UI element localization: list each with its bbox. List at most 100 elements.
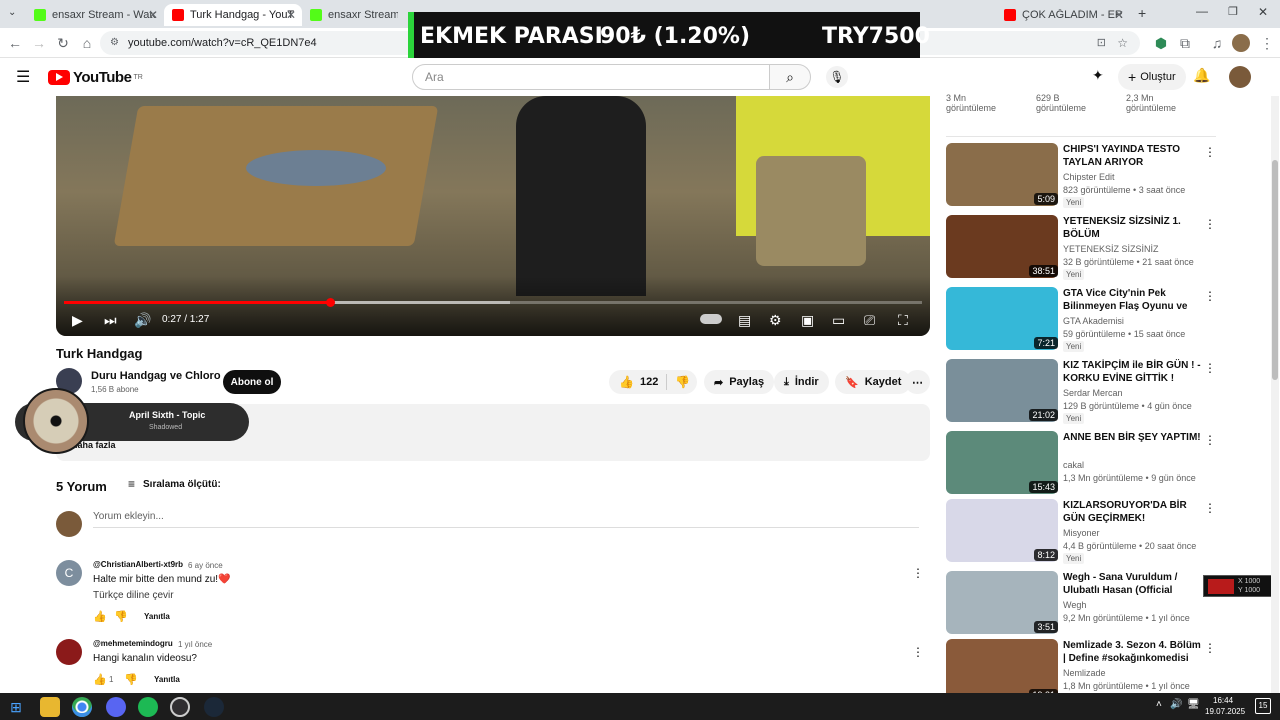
close-window-icon[interactable]: ✕ bbox=[1258, 5, 1268, 19]
recommendation-item[interactable]: 5:09 CHIPS'I YAYINDA TESTO TAYLAN ARIYOR C… bbox=[946, 143, 1216, 208]
channel-name[interactable]: Nemlizade bbox=[1063, 668, 1106, 678]
tab-1[interactable]: Turk Handgag - YouT ✕ bbox=[164, 4, 302, 26]
settings-gear-icon[interactable]: ⚙ bbox=[769, 312, 782, 329]
video-title[interactable]: KIZLARSORUYOR'DA BİR GÜN GEÇİRMEK! bbox=[1063, 499, 1203, 525]
extension-icon[interactable]: ⬢ bbox=[1152, 34, 1170, 52]
home-icon[interactable]: ⌂ bbox=[78, 34, 96, 52]
channel-name[interactable]: Misyoner bbox=[1063, 528, 1100, 538]
play-icon[interactable]: ▶ bbox=[72, 312, 83, 329]
tab-close-icon[interactable]: ✕ bbox=[148, 8, 158, 22]
profile-avatar-icon[interactable] bbox=[1232, 34, 1250, 52]
notification-center-icon[interactable]: 15 bbox=[1255, 698, 1271, 714]
miniplayer-icon[interactable]: ▣ bbox=[801, 312, 814, 329]
tab-search-icon[interactable]: ⌄ bbox=[8, 7, 16, 18]
forward-icon[interactable]: → bbox=[30, 34, 48, 52]
channel-name[interactable]: YETENEKSİZ SİZSİNİZ bbox=[1063, 244, 1159, 254]
comment-reply-button[interactable]: Yanıtla bbox=[144, 612, 170, 621]
autoplay-toggle-icon[interactable] bbox=[700, 314, 722, 324]
channel-name[interactable]: Duru Handgag ve Chloro bbox=[91, 370, 221, 382]
tray-clock-time[interactable]: 16:44 bbox=[1213, 696, 1233, 705]
tray-clock-date[interactable]: 19.07.2025 bbox=[1205, 707, 1245, 716]
channel-name[interactable]: Chipster Edit bbox=[1063, 172, 1115, 182]
cast-icon[interactable]: ⎚ bbox=[864, 312, 875, 329]
channel-name[interactable]: Serdar Mercan bbox=[1063, 388, 1123, 398]
progress-bar-track[interactable] bbox=[64, 298, 922, 307]
video-title[interactable]: Nemlizade 3. Sezon 4. Bölüm | Define #so… bbox=[1063, 639, 1203, 665]
comment-author[interactable]: @ChristianAlberti-xt9rb bbox=[93, 560, 183, 569]
tab-7[interactable]: ÇOK AĞLADIM - ERAY06✕ bbox=[996, 4, 1130, 26]
like-button[interactable]: 👍 122 bbox=[609, 374, 668, 390]
obs-icon[interactable] bbox=[170, 697, 190, 717]
recommendation-item[interactable]: 3:51 Wegh - Sana Vuruldum / Ulubatlı Hasa… bbox=[946, 571, 1216, 635]
tab-close-icon[interactable]: ✕ bbox=[286, 8, 296, 22]
comment-author[interactable]: @mehmetemindogru bbox=[93, 639, 173, 648]
microphone-icon[interactable]: 🎙 bbox=[826, 66, 848, 88]
video-title[interactable]: ANNE BEN BİR ŞEY YAPTIM! bbox=[1063, 431, 1203, 444]
notifications-bell-icon[interactable]: 🔔 bbox=[1193, 67, 1210, 84]
account-avatar[interactable] bbox=[1229, 66, 1251, 88]
tab-0[interactable]: ensaxr Stream - Watch Li✕ bbox=[26, 4, 164, 26]
chrome-menu-icon[interactable]: ⋮ bbox=[1258, 34, 1276, 52]
extensions-puzzle-icon[interactable]: ⧉ bbox=[1176, 34, 1194, 52]
comment-like-icon[interactable]: 👍 bbox=[93, 673, 107, 686]
more-vertical-icon[interactable]: ⋮ bbox=[1204, 433, 1216, 447]
scrollbar-thumb[interactable] bbox=[1272, 160, 1278, 380]
video-title[interactable]: YETENEKSİZ SİZSİNİZ 1. BÖLÜM bbox=[1063, 215, 1203, 241]
translate-link[interactable]: Türkçe diline çevir bbox=[93, 590, 174, 601]
video-player[interactable]: ▶ ⏭ 🔊 0:27 / 1:27 ▤ ⚙ ▣ ▭ ⎚ ⛶ bbox=[56, 96, 930, 336]
more-vertical-icon[interactable]: ⋮ bbox=[1204, 361, 1216, 375]
download-button[interactable]: ⤓ İndir bbox=[774, 370, 829, 394]
sort-button[interactable]: ≡ Sıralama ölçütü: bbox=[128, 477, 221, 491]
video-title[interactable]: CHIPS'I YAYINDA TESTO TAYLAN ARIYOR bbox=[1063, 143, 1203, 169]
fullscreen-icon[interactable]: ⛶ bbox=[898, 312, 908, 329]
spotify-icon[interactable] bbox=[138, 697, 158, 717]
tab-close-icon[interactable]: ✕ bbox=[1114, 8, 1124, 22]
comment-reply-button[interactable]: Yanıtla bbox=[154, 675, 180, 684]
comment-like-icon[interactable]: 👍 bbox=[93, 610, 107, 623]
add-comment-input[interactable]: Yorum ekleyin... bbox=[93, 511, 919, 528]
new-tab-icon[interactable]: + bbox=[1138, 5, 1146, 21]
network-tray-icon[interactable]: 🖥 bbox=[1187, 699, 1200, 710]
file-explorer-icon[interactable] bbox=[40, 697, 60, 717]
more-vertical-icon[interactable]: ⋮ bbox=[1204, 641, 1216, 655]
search-input[interactable]: Ara bbox=[412, 64, 770, 90]
recommendation-item[interactable]: 21:02 KIZ TAKİPÇİM ile BİR GÜN ! - KORKU … bbox=[946, 359, 1216, 424]
video-title[interactable]: KIZ TAKİPÇİM ile BİR GÜN ! - KORKU EVİNE… bbox=[1063, 359, 1203, 385]
comment-avatar[interactable]: C bbox=[56, 560, 82, 586]
channel-name[interactable]: cakal bbox=[1063, 460, 1084, 470]
share-button[interactable]: ➦ Paylaş bbox=[704, 370, 775, 394]
recommendation-item[interactable]: 15:43 ANNE BEN BİR ŞEY YAPTIM! cakal 1,3 Mn… bbox=[946, 431, 1216, 495]
comment-more-icon[interactable]: ⋮ bbox=[912, 566, 924, 580]
progress-scrubber-handle[interactable] bbox=[325, 298, 335, 307]
install-icon[interactable]: ⊡ bbox=[1097, 31, 1106, 55]
more-vertical-icon[interactable]: ⋮ bbox=[1204, 217, 1216, 231]
recommendation-item[interactable]: 7:21 GTA Vice City'nin Pek Bilinmeyen Fla… bbox=[946, 287, 1216, 352]
more-vertical-icon[interactable]: ⋮ bbox=[1204, 145, 1216, 159]
discord-icon[interactable] bbox=[106, 697, 126, 717]
minimize-icon[interactable]: — bbox=[1196, 4, 1208, 18]
next-icon[interactable]: ⏭ bbox=[104, 312, 117, 329]
recommendation-item[interactable]: 38:51 YETENEKSİZ SİZSİNİZ 1. BÖLÜM YETENEK… bbox=[946, 215, 1216, 280]
steam-icon[interactable] bbox=[204, 697, 224, 717]
video-title[interactable]: GTA Vice City'nin Pek Bilinmeyen Flaş Oy… bbox=[1063, 287, 1203, 313]
comment-age[interactable]: 1 yıl önce bbox=[178, 640, 212, 649]
create-button[interactable]: + Oluştur bbox=[1118, 64, 1186, 90]
volume-icon[interactable]: 🔊 bbox=[134, 312, 151, 329]
subscribe-button[interactable]: Abone ol bbox=[223, 370, 281, 394]
chrome-icon[interactable] bbox=[72, 697, 92, 717]
hamburger-menu-icon[interactable]: ☰ bbox=[16, 67, 30, 87]
dislike-button[interactable]: 👎 bbox=[667, 375, 690, 389]
subtitles-icon[interactable]: ▤ bbox=[738, 312, 751, 329]
youtube-logo[interactable]: YouTube TR bbox=[48, 69, 143, 86]
channel-name[interactable]: GTA Akademisi bbox=[1063, 316, 1124, 326]
more-vertical-icon[interactable]: ⋮ bbox=[1204, 501, 1216, 515]
comment-more-icon[interactable]: ⋮ bbox=[912, 645, 924, 659]
back-icon[interactable]: ← bbox=[6, 34, 24, 52]
site-info-icon[interactable]: ⚙ bbox=[110, 31, 119, 55]
comment-dislike-icon[interactable]: 👎 bbox=[114, 610, 128, 623]
bookmark-star-icon[interactable]: ☆ bbox=[1117, 31, 1128, 55]
recommendation-item[interactable]: 8:12 KIZLARSORUYOR'DA BİR GÜN GEÇİRMEK! Mi… bbox=[946, 499, 1216, 564]
comment-age[interactable]: 6 ay önce bbox=[188, 561, 223, 570]
video-title[interactable]: Wegh - Sana Vuruldum / Ulubatlı Hasan (O… bbox=[1063, 571, 1203, 597]
windows-start-icon[interactable]: ⊞ bbox=[6, 697, 26, 717]
